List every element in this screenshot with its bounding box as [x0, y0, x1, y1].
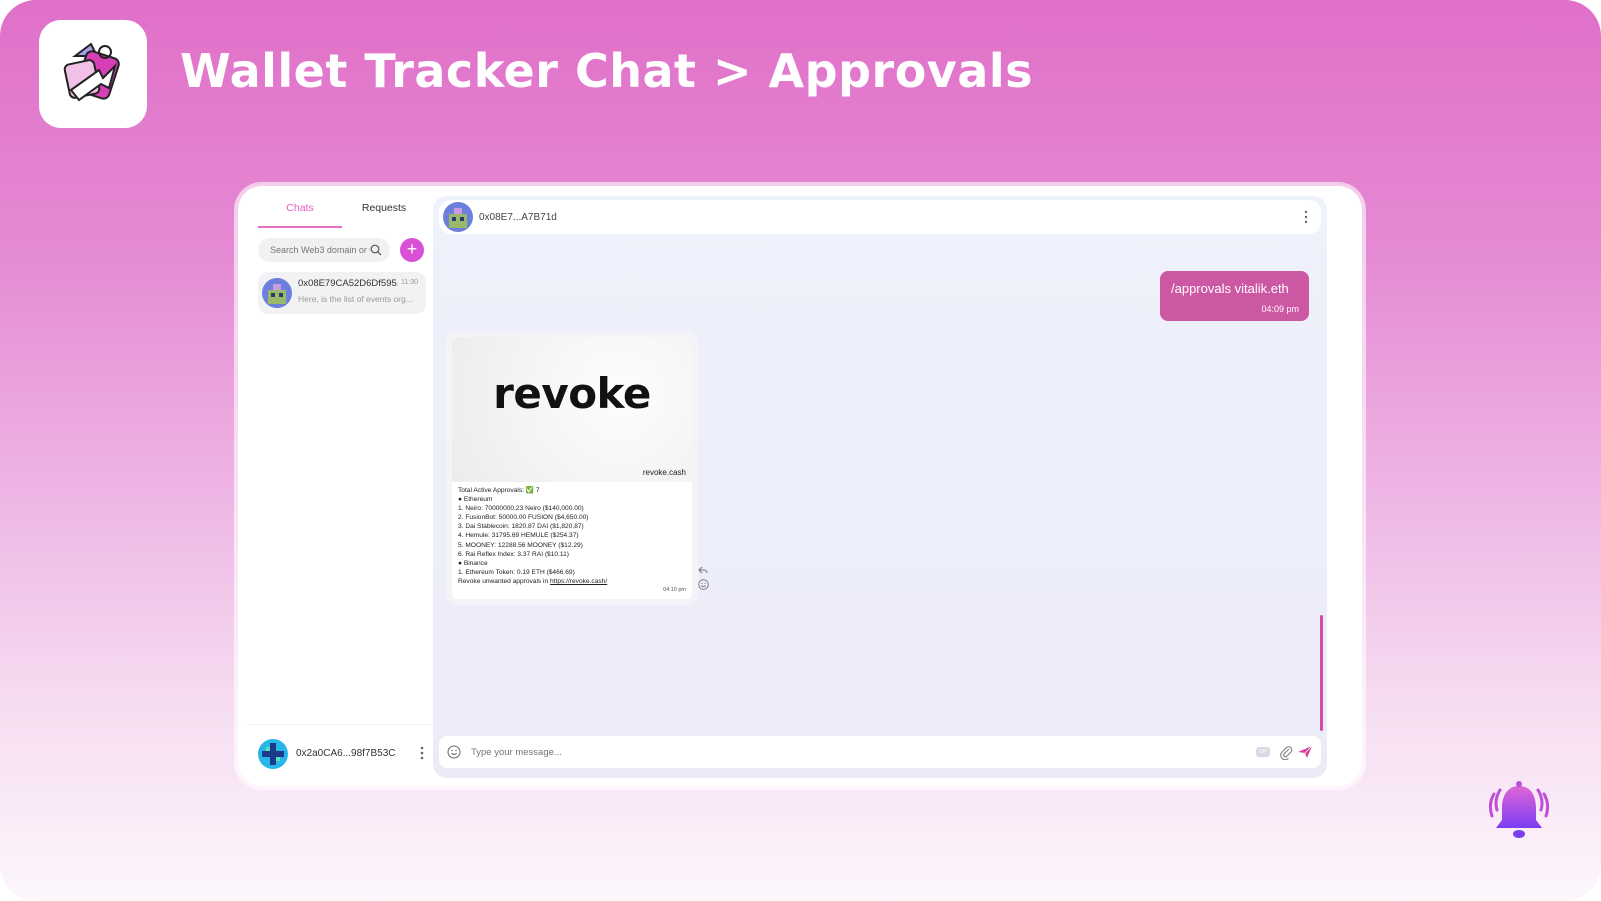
- conversation-header: 0x08E7...A7B71d: [439, 200, 1321, 234]
- chat-item-time: 11:30: [401, 279, 418, 286]
- outgoing-message[interactable]: /approvals vitalik.eth 04:09 pm: [1160, 271, 1309, 321]
- avatar: [262, 278, 292, 308]
- message-body: Total Active Approvals: ✅ 7 ● Ethereum 1…: [458, 486, 688, 586]
- notification-bell-icon: [1488, 781, 1550, 838]
- message-line: 3. Dai Stablecoin: 1820.87 DAI ($1,820.8…: [458, 523, 584, 531]
- message-line: 5. MOONEY: 12288.56 MOONEY ($12.29): [458, 541, 583, 549]
- message-line: 1. Ethereum Token: 0.19 ETH ($466.69): [458, 568, 575, 576]
- app-logo: [39, 20, 147, 128]
- sidebar: Chats Requests +: [246, 196, 431, 778]
- pixel-avatar-icon: [258, 739, 288, 769]
- emoji-icon[interactable]: [447, 745, 461, 759]
- more-vertical-icon[interactable]: [1303, 210, 1309, 224]
- message-line: 6. Rai Reflex Index: 3.37 RAI ($10.11): [458, 550, 569, 558]
- outgoing-message-time: 04:09 pm: [1261, 304, 1299, 314]
- message-line: 1. Neiro: 70000000.23 Neiro ($140,000.00…: [458, 505, 584, 513]
- conversation-address: 0x08E7...A7B71d: [479, 212, 557, 223]
- chat-list-item[interactable]: 0x08E79CA52D6Df595... 11:30 Here, is the…: [258, 272, 426, 314]
- search-row: +: [258, 238, 428, 266]
- pixel-avatar-icon: [262, 278, 292, 308]
- search-input[interactable]: [270, 245, 370, 255]
- add-reaction-icon[interactable]: [698, 579, 709, 590]
- chat-item-preview: Here, is the list of events org...: [298, 294, 413, 304]
- send-icon[interactable]: [1297, 745, 1313, 759]
- message-line: ● Ethereum: [458, 496, 493, 504]
- add-chat-button[interactable]: +: [400, 238, 424, 262]
- page-title: Wallet Tracker Chat > Approvals: [180, 44, 1033, 98]
- pixel-avatar-icon: [443, 202, 473, 232]
- search-box: [258, 238, 390, 262]
- conversation-pane: 0x08E7...A7B71d /approvals vitalik.eth 0…: [433, 196, 1327, 778]
- incoming-message[interactable]: revoke revoke.cash Total Active Approval…: [452, 337, 692, 599]
- revoke-link[interactable]: https://revoke.cash/: [550, 578, 607, 585]
- profile-bar: 0x2a0CA6...98f7B53C: [246, 724, 431, 778]
- search-icon[interactable]: [370, 244, 382, 256]
- message-input[interactable]: [471, 744, 1231, 760]
- attachment-icon[interactable]: [1279, 744, 1293, 760]
- profile-address: 0x2a0CA6...98f7B53C: [296, 748, 396, 759]
- message-composer: GIF: [439, 736, 1321, 768]
- avatar[interactable]: [258, 739, 288, 769]
- message-line-with-link: Revoke unwanted approvals in https://rev…: [458, 577, 688, 586]
- tab-requests[interactable]: Requests: [342, 202, 426, 214]
- avatar[interactable]: [443, 202, 473, 232]
- tab-chats[interactable]: Chats: [258, 202, 342, 214]
- link-preview-logo: revoke: [493, 369, 651, 418]
- message-line: 2. FusionBot: 50000.00 FUSION ($4,650.00…: [458, 514, 589, 522]
- chat-window: Chats Requests +: [238, 186, 1362, 786]
- message-line: Total Active Approvals: ✅ 7: [458, 487, 540, 494]
- message-line: ● Binance: [458, 559, 488, 567]
- scrollbar-thumb[interactable]: [1320, 615, 1323, 731]
- reply-icon[interactable]: [698, 565, 708, 575]
- link-preview-image[interactable]: revoke revoke.cash: [452, 337, 692, 482]
- link-prefix-text: Revoke unwanted approvals in: [458, 577, 551, 585]
- more-vertical-icon[interactable]: [418, 745, 426, 761]
- sidebar-tabs: Chats Requests: [258, 196, 426, 232]
- active-tab-indicator: [258, 226, 342, 228]
- link-preview-domain: revoke.cash: [642, 468, 686, 477]
- chat-item-name: 0x08E79CA52D6Df595...: [298, 278, 398, 289]
- incoming-message-time: 04:10 pm: [663, 587, 686, 593]
- message-line: 4. Hemule: 31795.69 HEMULE ($254.37): [458, 532, 579, 540]
- wallet-bag-icon: [63, 42, 120, 102]
- gif-button[interactable]: GIF: [1256, 747, 1270, 757]
- page-background: Wallet Tracker Chat > Approvals Chats Re…: [0, 0, 1601, 901]
- outgoing-message-text: /approvals vitalik.eth: [1171, 281, 1289, 296]
